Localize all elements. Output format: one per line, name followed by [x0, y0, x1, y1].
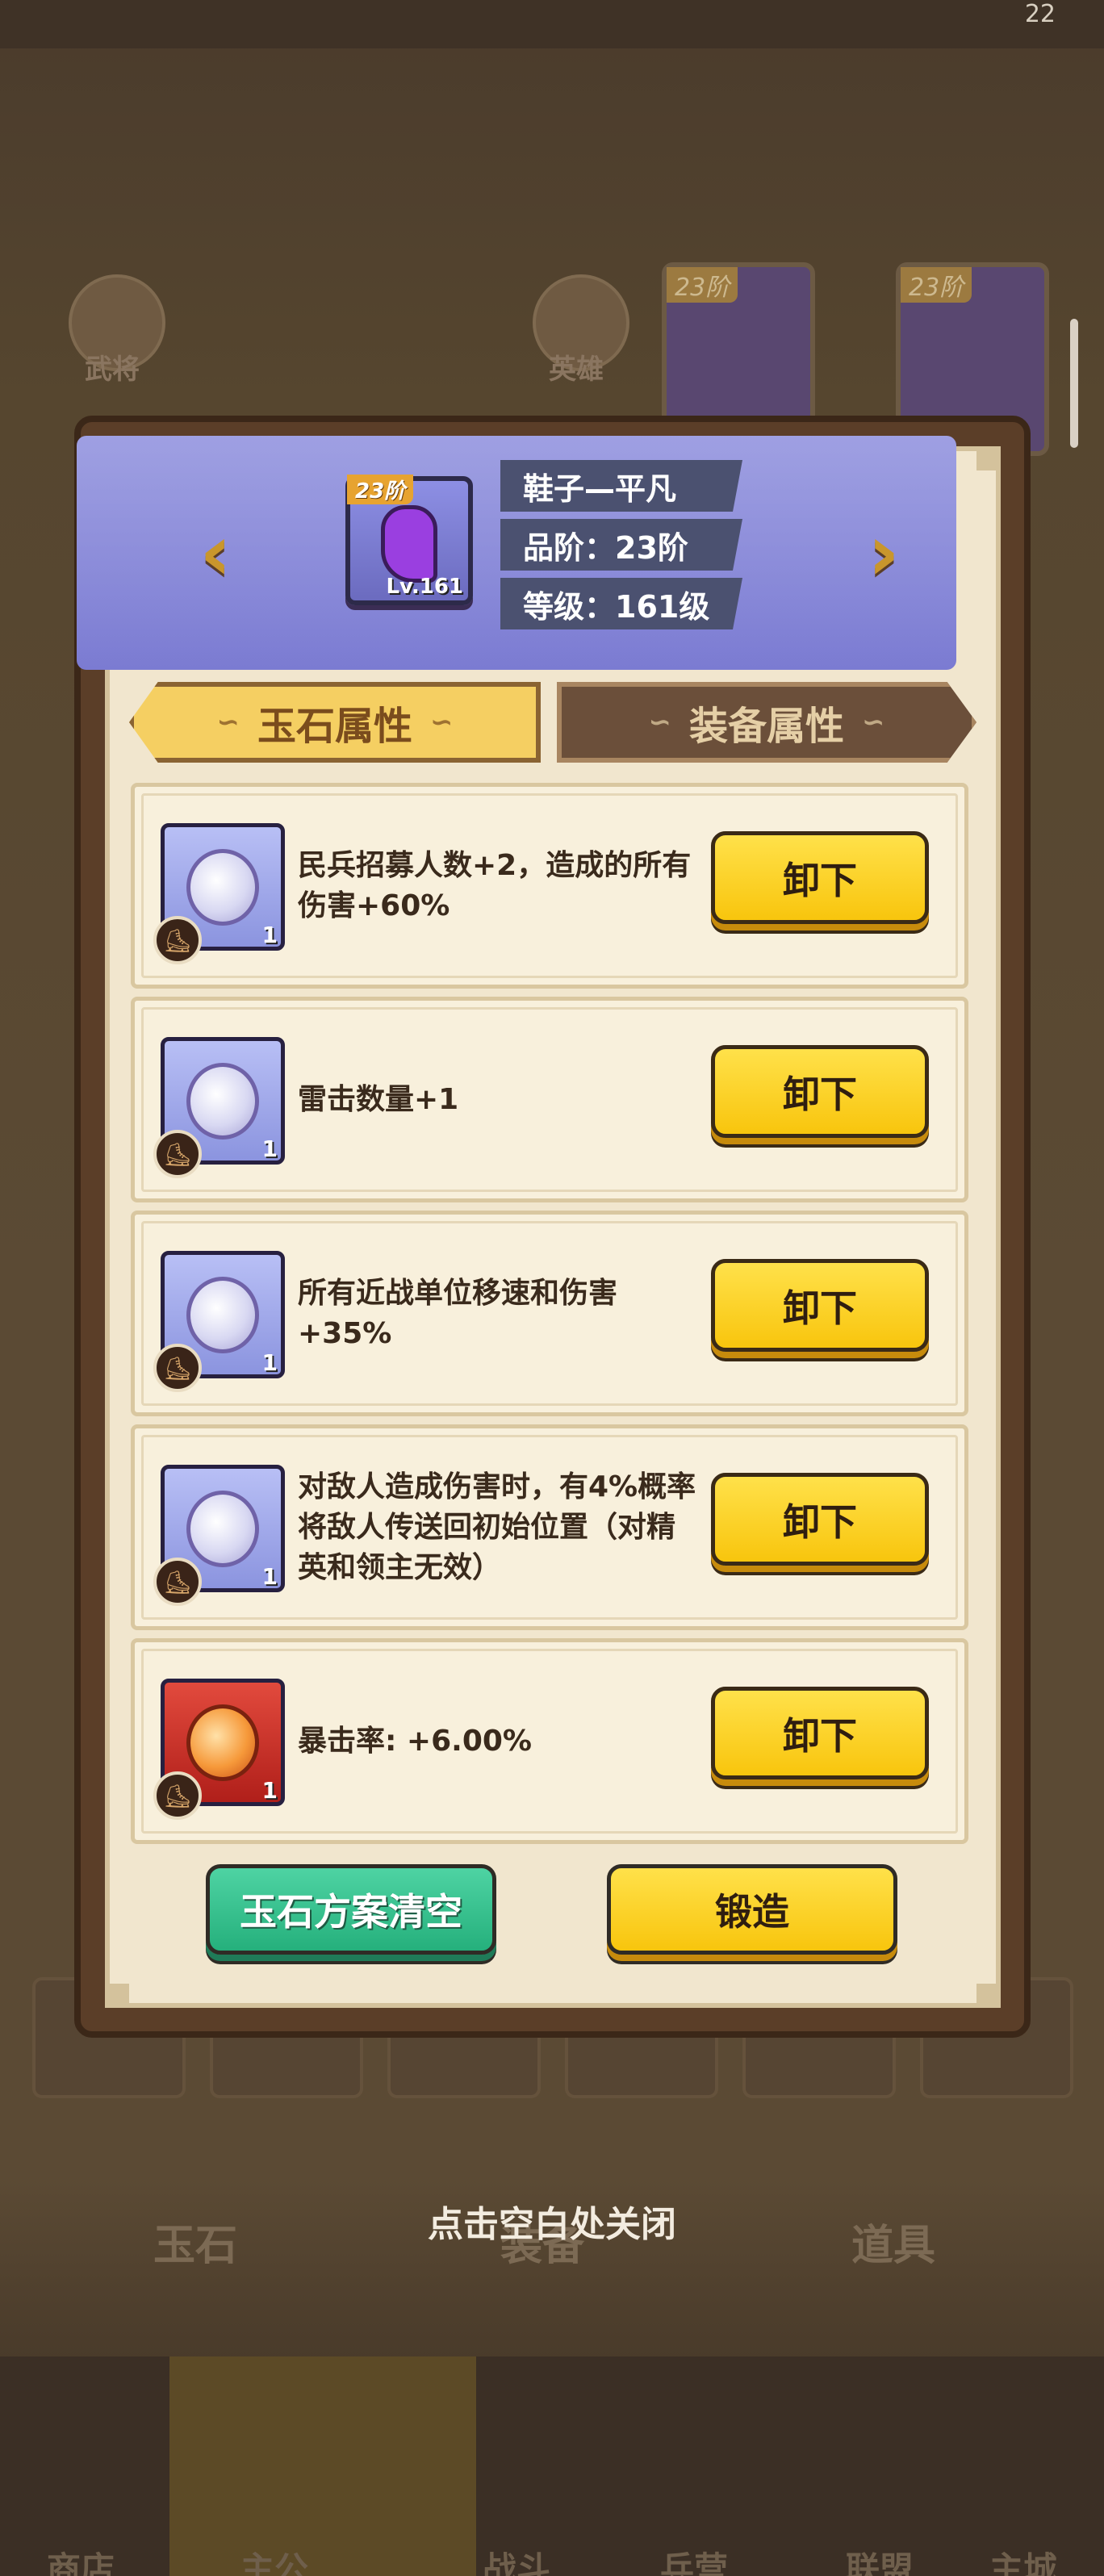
gem-count: 1: [261, 922, 278, 948]
bg-generals-label: 武将: [85, 353, 140, 386]
equipment-level: 等级：161级: [500, 578, 742, 629]
jade-stat-row: 1 ⛸ 雷击数量+1 卸下: [131, 997, 968, 1202]
stat-description: 所有近战单位移速和伤害+35%: [298, 1276, 618, 1350]
equipment-tier-badge: 23阶: [347, 475, 414, 504]
swirl-icon: ∽: [862, 706, 885, 738]
clear-jade-plan-button[interactable]: 玉石方案清空: [206, 1864, 496, 1955]
chevron-left-icon[interactable]: ‹: [187, 508, 244, 598]
status-bar: 22: [0, 0, 1104, 48]
bg-card-tier: 23阶: [901, 267, 972, 303]
unequip-button[interactable]: 卸下: [711, 1687, 929, 1779]
close-hint[interactable]: 点击空白处关闭: [0, 2195, 1104, 2247]
gem-count: 1: [261, 1135, 278, 1162]
bg-hero-label: 英雄: [549, 353, 604, 386]
jade-stat-row: 1 ⛸ 民兵招募人数+2，造成的所有伤害+60% 卸下: [131, 783, 968, 989]
jade-gem-icon: 1 ⛸: [153, 1037, 285, 1178]
unequip-button[interactable]: 卸下: [711, 831, 929, 924]
unequip-button[interactable]: 卸下: [711, 1045, 929, 1138]
stat-description: 暴击率: +6.00%: [298, 1724, 532, 1758]
tiger-jade-icon: [186, 1062, 259, 1140]
jade-stat-row: 1 ⛸ 对敌人造成伤害时，有4%概率将敌人传送回初始位置（对精英和领主无效） 卸…: [131, 1424, 968, 1630]
jade-gem-icon: 1 ⛸: [153, 823, 285, 964]
unequip-button[interactable]: 卸下: [711, 1259, 929, 1352]
swirl-icon: ∽: [648, 706, 671, 738]
tiger-jade-icon: [186, 848, 259, 926]
tab-jade-label: 玉石属性: [257, 704, 412, 749]
equipment-icon: 23阶 Lv.161: [345, 475, 473, 605]
jade-stat-row: 1 ⛸ 暴击率: +6.00% 卸下: [131, 1638, 968, 1844]
nav-city: 主城: [989, 2549, 1057, 2576]
unequip-button[interactable]: 卸下: [711, 1473, 929, 1566]
swirl-icon: ∽: [216, 706, 240, 738]
gem-count: 1: [261, 1349, 278, 1376]
boot-slot-icon: ⛸: [153, 916, 202, 964]
tiger-jade-icon: [186, 1276, 259, 1353]
boot-slot-icon: ⛸: [153, 1771, 202, 1820]
jade-gem-icon: 1 ⛸: [153, 1679, 285, 1820]
tab-jade-attributes[interactable]: ∽ 玉石属性 ∽: [129, 682, 541, 763]
tab-equip-label: 装备属性: [688, 704, 844, 749]
boot-slot-icon: ⛸: [153, 1558, 202, 1606]
forge-button[interactable]: 锻造: [607, 1864, 897, 1955]
stat-description: 雷击数量+1: [298, 1082, 459, 1116]
nav-alliance: 联盟: [845, 2549, 914, 2576]
stat-description: 对敌人造成伤害时，有4%概率将敌人传送回初始位置（对精英和领主无效）: [298, 1470, 696, 1584]
gem-count: 1: [261, 1777, 278, 1804]
boot-icon: [381, 505, 437, 583]
scrollbar[interactable]: [1070, 319, 1078, 448]
nav-battle: 战斗: [482, 2549, 550, 2576]
bg-card-tier: 23阶: [667, 267, 738, 303]
swirl-jade-icon: [186, 1704, 259, 1781]
jade-gem-icon: 1 ⛸: [153, 1465, 285, 1606]
equipment-name: 鞋子—平凡: [500, 460, 742, 512]
jade-gem-icon: 1 ⛸: [153, 1251, 285, 1392]
swirl-icon: ∽: [430, 706, 454, 738]
gem-count: 1: [261, 1563, 278, 1590]
nav-barracks: 兵营: [659, 2549, 728, 2576]
tab-equipment-attributes[interactable]: ∽ 装备属性 ∽: [557, 682, 976, 763]
boot-slot-icon: ⛸: [153, 1344, 202, 1392]
corner-ornament: [976, 446, 1001, 470]
status-bar-text: 22: [1024, 0, 1056, 28]
jade-stat-row: 1 ⛸ 所有近战单位移速和伤害+35% 卸下: [131, 1211, 968, 1416]
equipment-grade: 品阶：23阶: [500, 519, 742, 571]
nav-lord: 主公: [240, 2549, 308, 2576]
equipment-level-badge: Lv.161: [386, 575, 463, 599]
boot-slot-icon: ⛸: [153, 1130, 202, 1178]
chevron-right-icon[interactable]: ›: [855, 508, 912, 598]
nav-shop: 商店: [46, 2549, 115, 2576]
tiger-jade-icon: [186, 1490, 259, 1567]
stat-description: 民兵招募人数+2，造成的所有伤害+60%: [298, 848, 692, 922]
corner-ornament: [105, 1984, 129, 2008]
corner-ornament: [976, 1984, 1001, 2008]
